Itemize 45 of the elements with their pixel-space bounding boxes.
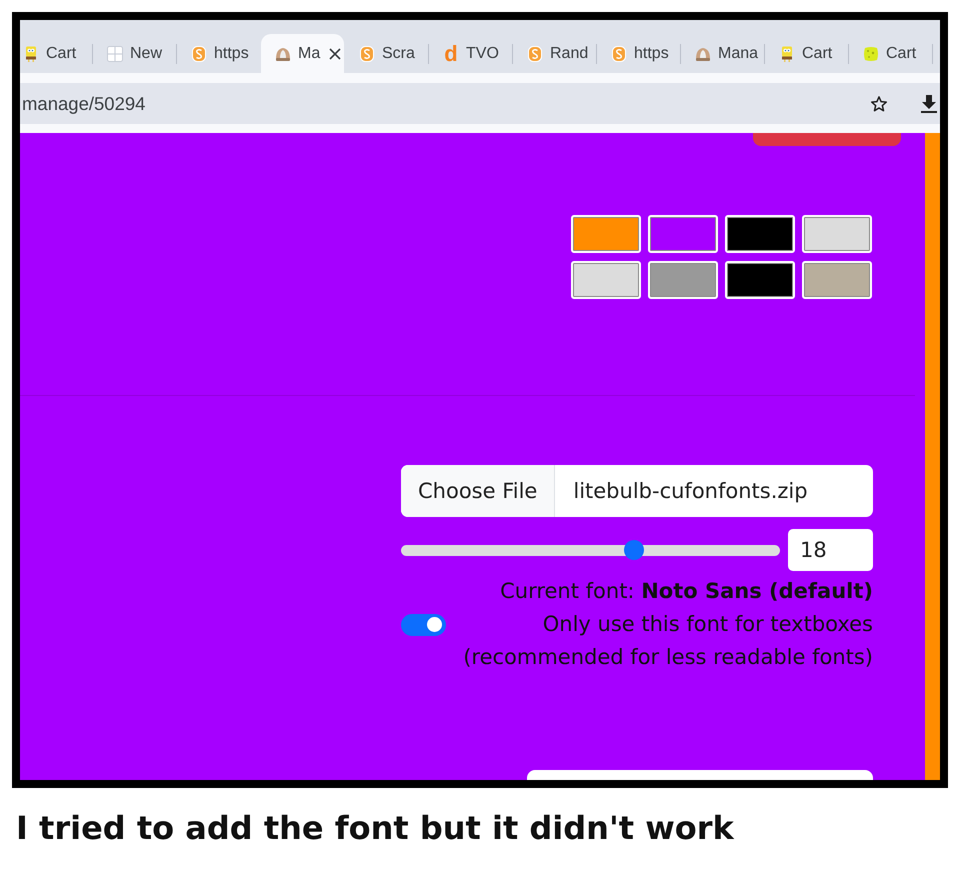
color-swatch[interactable] [648, 215, 718, 253]
color-swatch[interactable] [648, 261, 718, 299]
font-size-input[interactable]: 18 [788, 529, 873, 571]
font-size-slider[interactable] [401, 540, 780, 560]
close-icon[interactable] [329, 48, 342, 60]
browser-tab[interactable]: Scra [345, 34, 428, 73]
color-swatch[interactable] [802, 215, 872, 253]
address-bar[interactable]: manage/50294 [20, 83, 940, 124]
toggle-label: Only use this font for textboxes [542, 611, 873, 638]
badge-icon [359, 46, 375, 62]
cartoon-figure-icon [23, 46, 39, 62]
grid-icon [107, 46, 123, 62]
caption: I tried to add the font but it didn't work [16, 808, 734, 848]
sponge-icon [863, 46, 879, 62]
dome-icon [275, 46, 291, 62]
color-swatch[interactable] [802, 261, 872, 299]
color-swatch[interactable] [725, 215, 795, 253]
browser-tab[interactable]: Cart [849, 34, 932, 73]
download-icon[interactable] [921, 94, 937, 112]
badge-icon [527, 46, 543, 62]
browser-tab[interactable]: Cart [765, 34, 848, 73]
browser-tab[interactable]: Mana [681, 34, 764, 73]
browser-tab[interactable]: https [177, 34, 260, 73]
badge-icon [191, 46, 207, 62]
browser-tab[interactable]: Cart [20, 34, 92, 73]
badge-icon [611, 46, 627, 62]
file-input[interactable]: Choose File litebulb-cufonfonts.zip [401, 465, 873, 517]
letter-logo-icon: d [443, 42, 459, 64]
color-swatch[interactable] [725, 261, 795, 299]
file-name: litebulb-cufonfonts.zip [572, 478, 808, 505]
color-swatch[interactable] [571, 261, 641, 299]
dome-icon [695, 46, 711, 62]
browser-tab[interactable]: Rand [513, 34, 596, 73]
star-icon[interactable] [870, 94, 888, 112]
toggle-switch[interactable] [401, 614, 446, 636]
choose-file-button[interactable]: Choose File [401, 465, 556, 517]
slider-thumb[interactable] [624, 540, 644, 560]
current-font-text: Current font: Noto Sans (default) [499, 578, 873, 605]
browser-tab[interactable]: d TVO [429, 34, 512, 73]
browser-tab[interactable]: https [597, 34, 680, 73]
browser-tab[interactable]: New [93, 34, 176, 73]
color-swatch[interactable] [571, 215, 641, 253]
cartoon-figure-icon [779, 46, 795, 62]
toggle-note: (recommended for less readable fonts) [463, 644, 873, 671]
browser-tab[interactable]: Ma [261, 34, 344, 73]
